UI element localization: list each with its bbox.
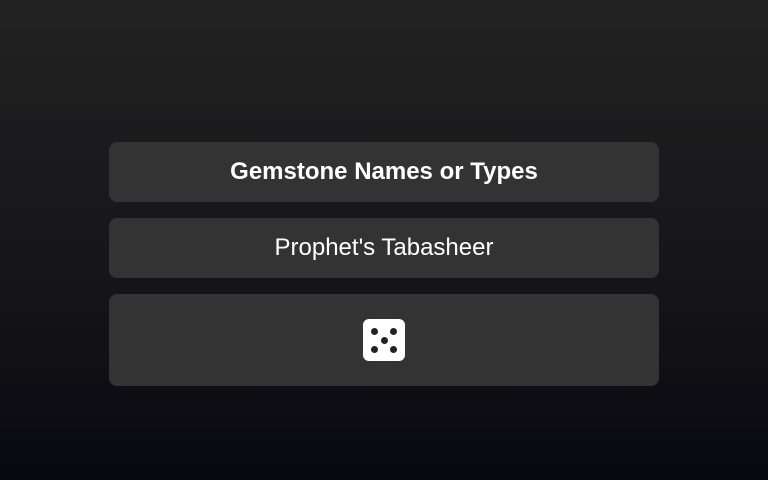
dice-five-icon[interactable] [363, 319, 405, 361]
generated-result-text: Prophet's Tabasheer [274, 234, 494, 261]
roll-dice-panel[interactable] [109, 294, 659, 386]
dice-pip [371, 346, 378, 353]
category-title-panel: Gemstone Names or Types [109, 142, 659, 202]
dice-pip [390, 346, 397, 353]
category-title: Gemstone Names or Types [230, 158, 538, 185]
dice-pip [371, 328, 378, 335]
dice-pip [390, 328, 397, 335]
result-panel: Prophet's Tabasheer [109, 218, 659, 278]
dice-pip [380, 336, 388, 344]
